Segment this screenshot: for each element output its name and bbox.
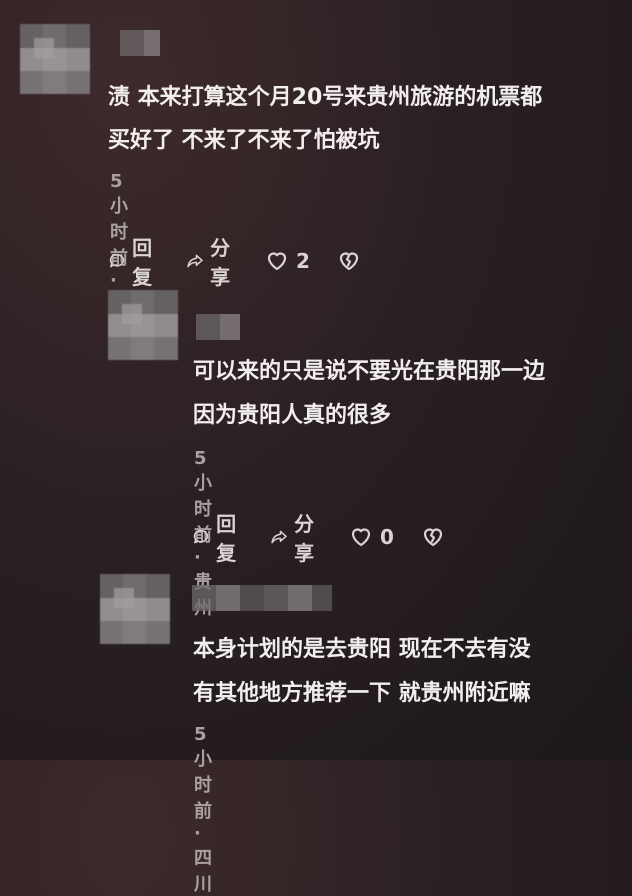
username-blurred[interactable] [120,30,160,56]
heart-icon [351,528,371,547]
share-label: 分享 [294,512,315,565]
comment-text-line: 可以来的只是说不要光在贵阳那一边 [193,359,546,384]
broken-heart-icon [423,528,443,547]
comment-text-line: 买好了 不来了不来了怕被坑 [108,128,380,153]
comment-text-line: 因为贵阳人真的很多 [193,403,392,428]
share-button[interactable]: 分享 [270,508,322,566]
reply-button[interactable]: 回复 [108,232,160,290]
like-button[interactable]: 0 [348,524,394,550]
reply-button[interactable]: 回复 [192,508,244,566]
reply-label: 回复 [132,236,153,289]
comment-text-line: 本身计划的是去贵阳 现在不去有没 [193,637,531,662]
share-label: 分享 [210,236,231,289]
comment-actions: 回复 分享 2 [108,232,394,290]
avatar[interactable] [20,24,90,94]
comment-text-line: 有其他地方推荐一下 就贵州附近嘛 [193,681,531,706]
comment-actions: 回复 分享 0 [192,508,478,566]
comment-icon [109,253,125,268]
share-icon [271,530,287,544]
separator: · [194,823,201,844]
like-count: 2 [296,249,310,273]
broken-heart-icon [339,252,359,271]
share-button[interactable]: 分享 [186,232,238,290]
share-icon [187,254,203,268]
username-blurred[interactable] [196,314,240,340]
dislike-button[interactable] [420,524,452,550]
comment-meta: 5小时前 · 四川 [194,724,212,896]
reply-label: 回复 [216,512,237,565]
dislike-button[interactable] [336,248,368,274]
comment-icon [193,529,209,544]
like-button[interactable]: 2 [264,248,310,274]
heart-icon [267,252,287,271]
username-blurred[interactable] [192,585,332,611]
avatar[interactable] [100,574,170,644]
timestamp: 5小时前 [194,724,212,822]
comment-text-line: 渍 本来打算这个月20号来贵州旅游的机票都 [108,85,543,110]
avatar[interactable] [108,290,178,360]
location: 四川 [194,848,212,895]
like-count: 0 [380,525,394,549]
